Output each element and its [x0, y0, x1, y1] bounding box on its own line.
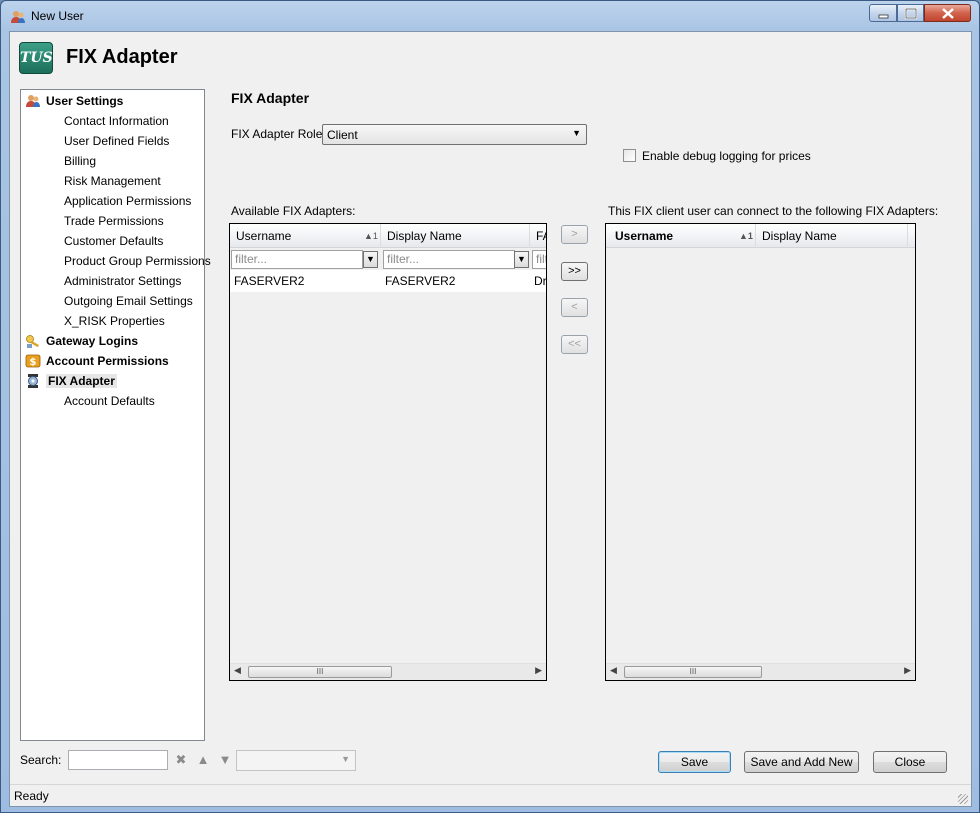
grid-header: Username ▲1 Display Name — [606, 224, 915, 248]
key-icon — [25, 333, 41, 349]
users-icon — [10, 9, 26, 25]
section-title: FIX Adapter — [231, 90, 310, 106]
maximize-button[interactable] — [897, 4, 924, 22]
filter-row: filter... ▼ filter... ▼ filt — [230, 248, 546, 270]
chevron-down-icon[interactable]: ▼ — [514, 251, 529, 268]
resize-grip-icon[interactable] — [958, 794, 968, 804]
nav-item-user-defined-fields[interactable]: User Defined Fields — [64, 132, 169, 150]
save-and-add-new-button[interactable]: Save and Add New — [744, 751, 859, 773]
chevron-down-icon[interactable]: ▼ — [363, 251, 378, 268]
debug-logging-label: Enable debug logging for prices — [642, 149, 811, 163]
scroll-left-icon[interactable]: ◀ — [234, 665, 241, 676]
clear-search-icon[interactable]: ✖ — [173, 752, 189, 768]
connected-adapters-grid: Username ▲1 Display Name ◀ III ▶ — [605, 223, 916, 681]
window-title: New User — [31, 9, 84, 23]
nav-item-risk-management[interactable]: Risk Management — [64, 172, 161, 190]
cell-fa: Dr — [534, 274, 547, 288]
close-window-button[interactable] — [924, 4, 971, 22]
column-header-display-name[interactable]: Display Name — [756, 224, 908, 248]
coins-icon: $ — [25, 353, 41, 369]
svg-text:$: $ — [30, 357, 37, 368]
username-filter-input[interactable]: filter... — [231, 250, 363, 269]
column-header-fa[interactable]: FA — [530, 224, 546, 248]
fa-filter-input[interactable]: filt — [532, 250, 546, 269]
cell-display-name: FASERVER2 — [385, 274, 456, 288]
search-label: Search: — [20, 753, 62, 767]
debug-logging-checkbox[interactable] — [623, 149, 636, 162]
sort-ascending-icon: ▲1 — [739, 231, 753, 241]
nav-item-application-permissions[interactable]: Application Permissions — [64, 192, 191, 210]
nav-group-fix-adapter[interactable]: FIX Adapter — [25, 372, 117, 390]
column-header-label: Username — [615, 229, 674, 243]
scroll-left-icon[interactable]: ◀ — [610, 665, 617, 676]
nav-group-account-permissions[interactable]: $ Account Permissions — [25, 352, 169, 370]
page-title: FIX Adapter — [66, 46, 178, 68]
available-adapters-label: Available FIX Adapters: — [231, 204, 356, 218]
chevron-down-icon: ▼ — [572, 128, 581, 138]
settings-nav-tree: User Settings Contact Information User D… — [20, 89, 211, 741]
add-one-button[interactable]: > — [561, 225, 588, 244]
nav-item-contact-information[interactable]: Contact Information — [64, 112, 169, 130]
nav-group-gateway-logins[interactable]: Gateway Logins — [25, 332, 138, 350]
column-header-label: Username — [236, 229, 292, 243]
remove-all-button[interactable]: << — [561, 335, 588, 354]
nav-group-label: Gateway Logins — [46, 334, 139, 348]
nav-item-outgoing-email-settings[interactable]: Outgoing Email Settings — [64, 292, 193, 310]
title-bar[interactable]: New User — [1, 1, 979, 31]
nav-group-label: User Settings — [46, 94, 124, 108]
role-label: FIX Adapter Role: — [231, 127, 326, 141]
users-icon — [25, 93, 41, 109]
scroll-thumb[interactable]: III — [624, 666, 762, 678]
close-button[interactable]: Close — [873, 751, 947, 773]
nav-item-trade-permissions[interactable]: Trade Permissions — [64, 212, 164, 230]
column-header-username[interactable]: Username ▲1 — [606, 224, 756, 248]
remove-one-button[interactable]: < — [561, 298, 588, 317]
nav-item-billing[interactable]: Billing — [64, 152, 96, 170]
save-button[interactable]: Save — [658, 751, 731, 773]
role-dropdown-value: Client — [327, 128, 358, 142]
plug-icon — [25, 373, 41, 389]
nav-group-label: FIX Adapter — [46, 374, 117, 388]
nav-item-product-group-permissions[interactable]: Product Group Permissions — [64, 252, 211, 270]
available-adapters-grid: Username ▲1 Display Name FA filter... ▼ … — [229, 223, 547, 681]
display-name-filter-input[interactable]: filter... — [383, 250, 515, 269]
connected-adapters-label: This FIX client user can connect to the … — [608, 204, 939, 218]
scroll-thumb[interactable]: III — [248, 666, 392, 678]
nav-item-account-defaults[interactable]: Account Defaults — [64, 392, 155, 410]
minimize-button[interactable] — [869, 4, 897, 22]
nav-group-label: Account Permissions — [46, 354, 169, 368]
chevron-down-icon: ▼ — [341, 754, 350, 764]
search-scope-dropdown[interactable]: ▼ — [236, 750, 356, 771]
grid-header: Username ▲1 Display Name FA — [230, 224, 546, 248]
nav-item-customer-defaults[interactable]: Customer Defaults — [64, 232, 163, 250]
status-bar: Ready — [10, 784, 971, 806]
status-text: Ready — [14, 789, 49, 803]
add-all-button[interactable]: >> — [561, 262, 588, 281]
app-logo: TUS — [19, 42, 53, 74]
app-window: New User TUS FIX Adapter User Settings C… — [0, 0, 980, 813]
scroll-right-icon[interactable]: ▶ — [904, 665, 911, 676]
cell-username: FASERVER2 — [234, 274, 305, 288]
search-previous-icon[interactable]: ▲ — [195, 752, 211, 768]
nav-item-x-risk-properties[interactable]: X_RISK Properties — [64, 312, 165, 330]
client-area: TUS FIX Adapter User Settings Contact In… — [9, 31, 972, 807]
role-dropdown[interactable]: Client ▼ — [322, 124, 587, 145]
column-header-display-name[interactable]: Display Name — [381, 224, 530, 248]
table-row[interactable]: FASERVER2 FASERVER2 Dr — [230, 270, 546, 292]
scroll-right-icon[interactable]: ▶ — [535, 665, 542, 676]
horizontal-scrollbar[interactable]: ◀ III ▶ — [606, 663, 915, 680]
search-next-icon[interactable]: ▼ — [217, 752, 233, 768]
horizontal-scrollbar[interactable]: ◀ III ▶ — [230, 663, 546, 680]
nav-item-administrator-settings[interactable]: Administrator Settings — [64, 272, 181, 290]
search-input[interactable] — [68, 750, 168, 770]
column-header-username[interactable]: Username ▲1 — [230, 224, 381, 248]
nav-group-user-settings[interactable]: User Settings — [25, 92, 123, 110]
sort-ascending-icon: ▲1 — [364, 231, 378, 241]
